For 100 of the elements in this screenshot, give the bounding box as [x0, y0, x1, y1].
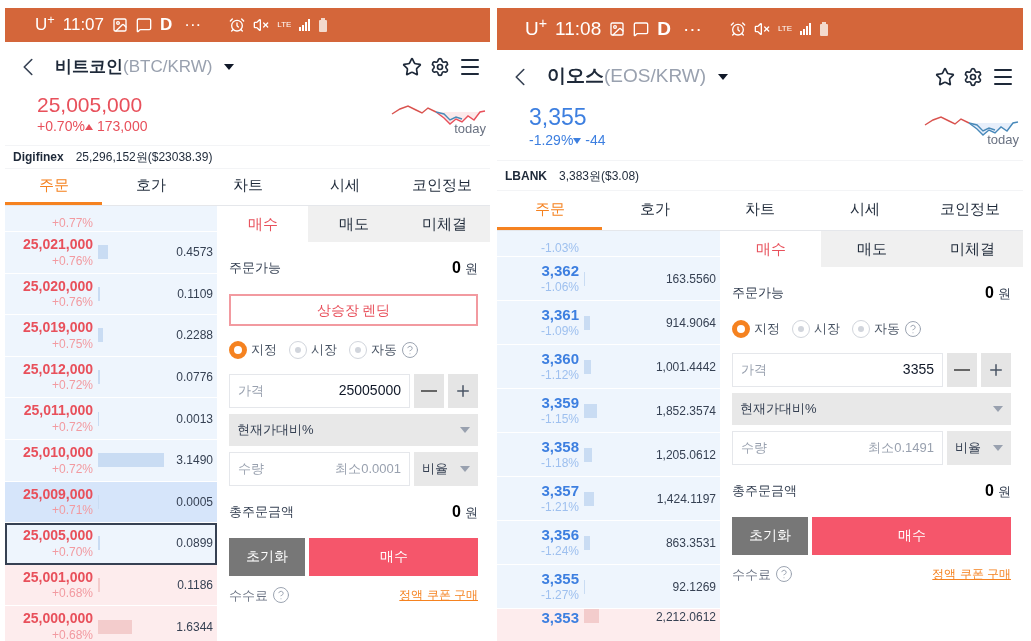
gallery-icon: [609, 21, 626, 37]
order-book-row[interactable]: 25,020,000 +0.76% 0.1109: [5, 273, 217, 316]
network-label: LTE: [277, 21, 292, 29]
minus-icon: [421, 389, 437, 392]
ratio-select[interactable]: 비율: [947, 430, 1011, 465]
order-quantity: 3.1490: [176, 452, 213, 469]
order-book-row[interactable]: 3,356 -1.24% 863.3531: [497, 521, 720, 565]
main-tab[interactable]: 코인정보: [393, 169, 490, 205]
order-book-row[interactable]: 3,360 -1.12% 1,001.4442: [497, 345, 720, 389]
order-book-row[interactable]: 3,355 -1.27% 92.1269: [497, 565, 720, 609]
order-percent: +0.70%: [51, 544, 93, 560]
radio-button[interactable]: [289, 340, 307, 359]
order-book-row[interactable]: 3,359 -1.15% 1,852.3574: [497, 389, 720, 433]
main-tab[interactable]: 호가: [102, 169, 199, 205]
exchange-price: 3,383원($3.08): [559, 167, 640, 185]
exchange-price: 25,296,152원($23038.39): [75, 149, 213, 166]
order-quantity: 0.1186: [177, 577, 213, 594]
radio-label: 시장: [311, 341, 337, 359]
main-tab[interactable]: 차트: [707, 191, 813, 230]
order-quantity: 0.0013: [176, 410, 213, 427]
order-book-row[interactable]: 3,353 2,212.0612: [497, 609, 720, 641]
order-tab[interactable]: 미체결: [399, 206, 490, 242]
order-price: 25,019,000: [22, 319, 93, 337]
help-icon[interactable]: [401, 340, 419, 359]
current-price: 3,355: [529, 103, 588, 132]
help-icon[interactable]: [272, 586, 290, 605]
settings-icon[interactable]: [430, 57, 450, 77]
clock: 11:07: [62, 14, 104, 37]
radio-button[interactable]: [349, 340, 367, 359]
order-book-row[interactable]: 25,000,000 +0.68% 1.6344: [5, 606, 217, 641]
radio-button[interactable]: [229, 340, 247, 359]
order-percent: +0.71%: [51, 503, 93, 519]
radio-label: 지정: [754, 320, 780, 338]
main-tab[interactable]: 호가: [602, 191, 708, 230]
order-percent: -1.21%: [540, 500, 579, 516]
order-book-row[interactable]: 25,021,000 +0.76% 0.4573: [5, 232, 217, 274]
dropdown-caret-icon: [993, 405, 1003, 412]
order-price: 3,358: [541, 437, 579, 457]
main-tab[interactable]: 코인정보: [917, 191, 1023, 230]
alarm-icon: [729, 21, 746, 37]
order-book-row[interactable]: 25,009,000 +0.71% 0.0005: [5, 481, 217, 524]
order-book-row[interactable]: 25,010,000 +0.72% 3.1490: [5, 439, 217, 482]
order-price: 3,355: [541, 569, 579, 589]
radio-button[interactable]: [852, 319, 870, 338]
order-book-row[interactable]: 25,012,000 +0.72% 0.0776: [5, 356, 217, 399]
favorite-star-icon[interactable]: [402, 57, 422, 77]
carrier-label: U$^{+}$: [525, 14, 548, 41]
decrease-button[interactable]: [414, 373, 444, 408]
help-icon[interactable]: [904, 319, 922, 338]
depth-bar: [98, 619, 132, 634]
coin-name: 비트코인: [55, 56, 123, 79]
lending-button[interactable]: 상승장 렌딩: [229, 294, 478, 326]
order-tab[interactable]: 미체결: [922, 231, 1023, 267]
increase-button[interactable]: [448, 373, 478, 408]
price-field[interactable]: 가격 3355: [732, 352, 943, 387]
percent-select[interactable]: 현재가대비%: [732, 392, 1011, 425]
order-quantity: 2,212.0612: [655, 609, 716, 625]
order-price: 3,361: [541, 305, 579, 325]
help-icon[interactable]: [775, 565, 793, 584]
depth-bar: [98, 453, 164, 468]
reset-button[interactable]: 초기화: [732, 516, 808, 555]
price-field[interactable]: 가격 25005000: [229, 373, 410, 408]
order-percent: +0.72%: [51, 461, 93, 477]
order-tab[interactable]: 매도: [308, 206, 399, 242]
depth-bar: [584, 535, 590, 550]
radio-label: 지정: [251, 341, 277, 359]
radio-button[interactable]: [792, 319, 810, 338]
quantity-input[interactable]: 최소0.1491: [767, 437, 934, 458]
depth-bar: [98, 245, 108, 260]
ratio-select[interactable]: 비율: [414, 451, 478, 486]
main-tab[interactable]: 시세: [296, 169, 393, 205]
order-book-row[interactable]: 25,005,000 +0.70% 0.0899: [5, 523, 217, 565]
available-label: 주문가능: [229, 259, 281, 278]
percent-select[interactable]: 현재가대비%: [229, 413, 478, 446]
quantity-input[interactable]: 최소0.0001: [264, 458, 401, 479]
order-book-row[interactable]: 3,357 -1.21% 1,424.1197: [497, 477, 720, 521]
order-book-row[interactable]: 25,019,000 +0.75% 0.2288: [5, 315, 217, 357]
fee-label: 수수료: [732, 565, 771, 584]
increase-button[interactable]: [981, 352, 1011, 387]
order-price: 3,353: [541, 609, 579, 628]
order-book-row[interactable]: 25,001,000 +0.68% 0.1186: [5, 564, 217, 607]
radio-label: 자동: [874, 320, 900, 338]
decrease-button[interactable]: [947, 352, 977, 387]
available-amount: 0 원: [985, 283, 1011, 303]
main-tab[interactable]: 차트: [199, 169, 296, 205]
settings-icon[interactable]: [963, 66, 983, 87]
order-tab[interactable]: 매도: [821, 231, 922, 267]
dropdown-caret-icon: [460, 426, 470, 433]
reset-button[interactable]: 초기화: [229, 537, 305, 576]
carrier-label: U$^{+}$: [35, 12, 55, 37]
field-label: 수량: [238, 459, 264, 478]
order-book-row[interactable]: 3,362 -1.06% 163.5560: [497, 257, 720, 301]
signal-icon: [800, 23, 812, 35]
order-book-row[interactable]: 25,011,000 +0.72% 0.0013: [5, 398, 217, 440]
order-quantity: 0.0899: [176, 535, 213, 552]
favorite-star-icon[interactable]: [935, 66, 955, 87]
radio-button[interactable]: [732, 319, 750, 338]
order-book-row[interactable]: 3,361 -1.09% 914.9064: [497, 301, 720, 345]
order-book-row[interactable]: 3,358 -1.18% 1,205.0612: [497, 433, 720, 477]
main-tab[interactable]: 시세: [812, 191, 918, 230]
